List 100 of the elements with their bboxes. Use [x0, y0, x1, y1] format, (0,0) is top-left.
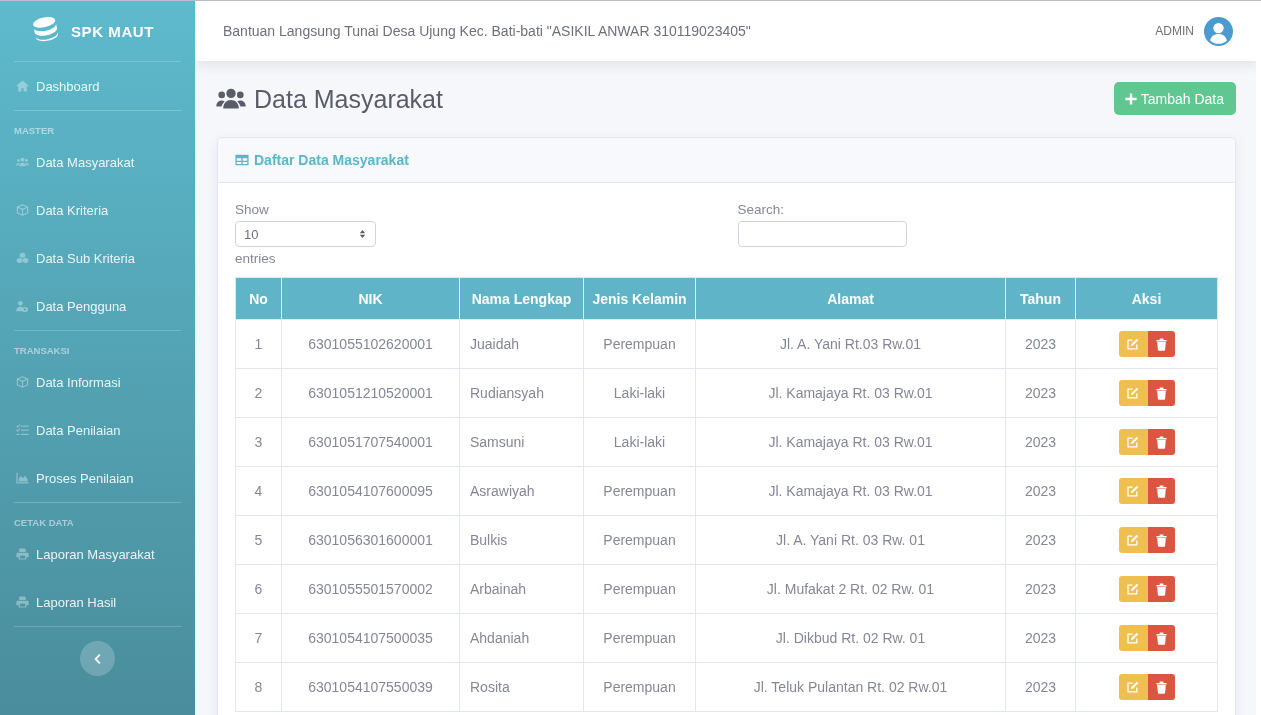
trash-icon: [1155, 337, 1167, 351]
sidebar-item[interactable]: Dashboard: [0, 62, 110, 110]
edit-button[interactable]: [1118, 674, 1148, 700]
delete-button[interactable]: [1147, 380, 1175, 406]
table-cell: 6301056301600001: [281, 515, 460, 565]
sidebar-item[interactable]: Proses Penilaian: [0, 454, 144, 502]
table-cell: Samsuni: [459, 417, 584, 467]
table-cell: Laki-laki: [583, 417, 696, 467]
delete-button[interactable]: [1147, 625, 1175, 651]
cube-icon: [16, 376, 29, 388]
username[interactable]: ADMIN: [1155, 24, 1194, 38]
table-cell: Bulkis: [459, 515, 584, 565]
sidebar-item[interactable]: Data Masyarakat: [0, 138, 145, 186]
sidebar-heading: MASTER: [14, 124, 55, 138]
sidebar-item[interactable]: Data Informasi: [0, 358, 131, 406]
pencil-icon: [1127, 485, 1139, 497]
delete-button[interactable]: [1147, 576, 1175, 602]
edit-button[interactable]: [1118, 331, 1148, 357]
table-cell: 6301054107550039: [281, 662, 460, 712]
brand-link[interactable]: SPK MAUT: [0, 1, 195, 61]
table-cell: 2: [235, 368, 282, 418]
delete-button[interactable]: [1147, 429, 1175, 455]
table-cell: Jl. Kamajaya Rt. 03 Rw.01: [695, 368, 1006, 418]
edit-button[interactable]: [1118, 478, 1148, 504]
table-cell: Perempuan: [583, 466, 696, 516]
table-cell: 7: [235, 613, 282, 663]
table-cell: Arbainah: [459, 564, 584, 614]
sidebar-item[interactable]: Laporan Hasil: [0, 578, 127, 626]
table-cell: Asrawiyah: [459, 466, 584, 516]
chevron-left-icon: [94, 653, 101, 664]
table-cell: Juaidah: [459, 319, 584, 369]
users-icon: [216, 88, 246, 109]
table-cell: 6301055501570002: [281, 564, 460, 614]
edit-button[interactable]: [1118, 380, 1148, 406]
table-header-cell: Tahun: [1005, 277, 1076, 320]
table-cell: Jl. A. Yani Rt.03 Rw.01: [695, 319, 1006, 369]
add-data-button[interactable]: Tambah Data: [1113, 82, 1236, 115]
edit-button[interactable]: [1118, 527, 1148, 553]
table-cell: Jl. Teluk Pulantan Rt. 02 Rw.01: [695, 662, 1006, 712]
sidebar-heading: CETAK DATA: [14, 516, 74, 530]
table-cell: 6301054107500035: [281, 613, 460, 663]
printer-icon: [16, 596, 29, 608]
printer-icon: [16, 548, 29, 560]
search-label: Search:: [737, 201, 785, 219]
delete-button[interactable]: [1147, 527, 1175, 553]
table-cell: Ahdaniah: [459, 613, 584, 663]
entries-select[interactable]: 10: [235, 221, 376, 247]
pencil-icon: [1127, 583, 1139, 595]
table-cell: Perempuan: [583, 613, 696, 663]
delete-button[interactable]: [1147, 331, 1175, 357]
table-cell: Perempuan: [583, 515, 696, 565]
trash-icon: [1155, 435, 1167, 449]
table-cell: Rosita: [459, 662, 584, 712]
table-header-cell: Nama Lengkap: [459, 277, 584, 320]
table-cell: 4: [235, 466, 282, 516]
user-gear-icon: [16, 300, 29, 312]
table-cell: 2023: [1005, 466, 1076, 516]
plus-icon: [1124, 92, 1137, 105]
trash-icon: [1155, 484, 1167, 498]
pencil-icon: [1127, 387, 1139, 399]
sidebar-item[interactable]: Data Sub Kriteria: [0, 234, 145, 282]
cube-icon: [16, 204, 29, 216]
table-cell: 3: [235, 417, 282, 467]
delete-button[interactable]: [1147, 478, 1175, 504]
page-title: Data Masyarakat: [254, 83, 443, 114]
sidebar-toggle-button[interactable]: [80, 641, 115, 676]
trash-icon: [1155, 582, 1167, 596]
users-icon: [16, 156, 29, 168]
table-header-cell: NIK: [281, 277, 460, 320]
table-cell: Rudiansyah: [459, 368, 584, 418]
edit-button[interactable]: [1118, 576, 1148, 602]
pencil-icon: [1127, 681, 1139, 693]
trash-icon: [1155, 680, 1167, 694]
table-header-cell: Alamat: [695, 277, 1006, 320]
entries-label: entries: [235, 250, 276, 268]
table-header-cell: Jenis Kelamin: [583, 277, 696, 320]
checklist-icon: [16, 424, 29, 436]
home-icon: [16, 80, 29, 92]
show-label: Show: [235, 201, 269, 219]
sidebar-item[interactable]: Data Penilaian: [0, 406, 131, 454]
delete-button[interactable]: [1147, 674, 1175, 700]
table-cell: 5: [235, 515, 282, 565]
edit-button[interactable]: [1118, 429, 1148, 455]
table-cell: 2023: [1005, 564, 1076, 614]
table-cell: 6301055102620001: [281, 319, 460, 369]
area-chart-icon: [16, 472, 29, 484]
search-field[interactable]: [737, 221, 907, 247]
table-cell: 2023: [1005, 662, 1076, 712]
table-cell: Perempuan: [583, 662, 696, 712]
sidebar-item[interactable]: Data Kriteria: [0, 186, 119, 234]
sidebar-item[interactable]: Data Pengguna: [0, 282, 137, 330]
app-title: Bantuan Langsung Tunai Desa Ujung Kec. Bati-bati "ASIKIL ANWAR 310119023405": [223, 23, 751, 39]
table-cell: 6: [235, 564, 282, 614]
sidebar-item[interactable]: Laporan Masyarakat: [0, 530, 165, 578]
table-header-cell: Aksi: [1075, 277, 1218, 320]
trash-icon: [1155, 631, 1167, 645]
table-header-cell: No: [235, 277, 282, 320]
trash-icon: [1155, 386, 1167, 400]
sort-arrows-icon: [359, 229, 366, 239]
edit-button[interactable]: [1118, 625, 1148, 651]
